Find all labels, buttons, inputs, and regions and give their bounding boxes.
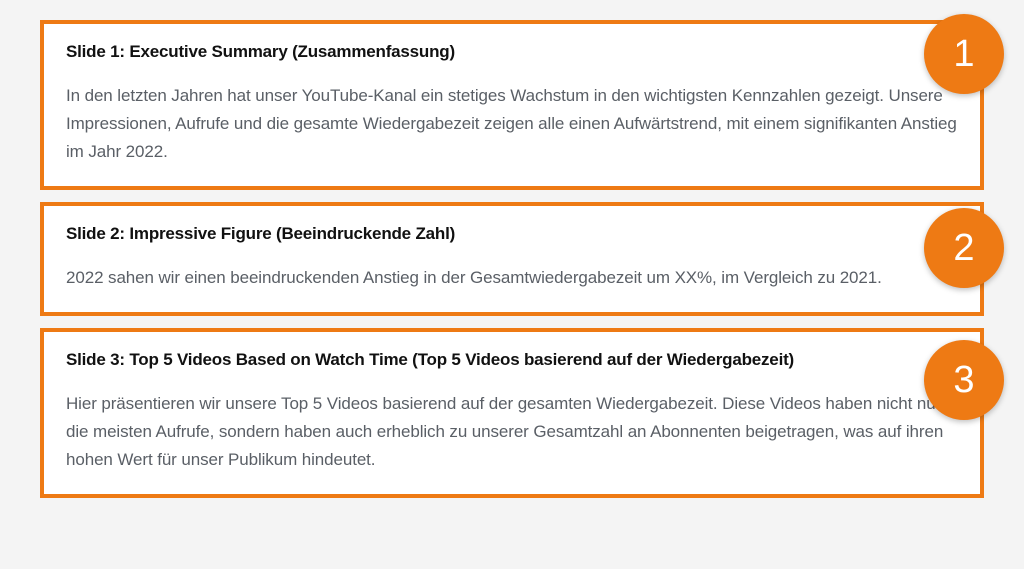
slide-3-box: Slide 3: Top 5 Videos Based on Watch Tim… — [40, 328, 984, 498]
number-badge-1: 1 — [924, 14, 1004, 94]
slide-3-body: Hier präsentieren wir unsere Top 5 Video… — [66, 390, 958, 474]
slide-2-title: Slide 2: Impressive Figure (Beeindrucken… — [66, 224, 958, 244]
slide-1-box: Slide 1: Executive Summary (Zusammenfass… — [40, 20, 984, 190]
slide-1-body: In den letzten Jahren hat unser YouTube-… — [66, 82, 958, 166]
number-badge-3: 3 — [924, 340, 1004, 420]
slide-2-body: 2022 sahen wir einen beeindruckenden Ans… — [66, 264, 958, 292]
slide-1-container: 1 Slide 1: Executive Summary (Zusammenfa… — [40, 20, 984, 190]
slide-3-container: 3 Slide 3: Top 5 Videos Based on Watch T… — [40, 328, 984, 498]
slide-2-container: 2 Slide 2: Impressive Figure (Beeindruck… — [40, 202, 984, 316]
number-badge-2: 2 — [924, 208, 1004, 288]
slide-2-box: Slide 2: Impressive Figure (Beeindrucken… — [40, 202, 984, 316]
slide-3-title: Slide 3: Top 5 Videos Based on Watch Tim… — [66, 350, 958, 370]
slide-1-title: Slide 1: Executive Summary (Zusammenfass… — [66, 42, 958, 62]
